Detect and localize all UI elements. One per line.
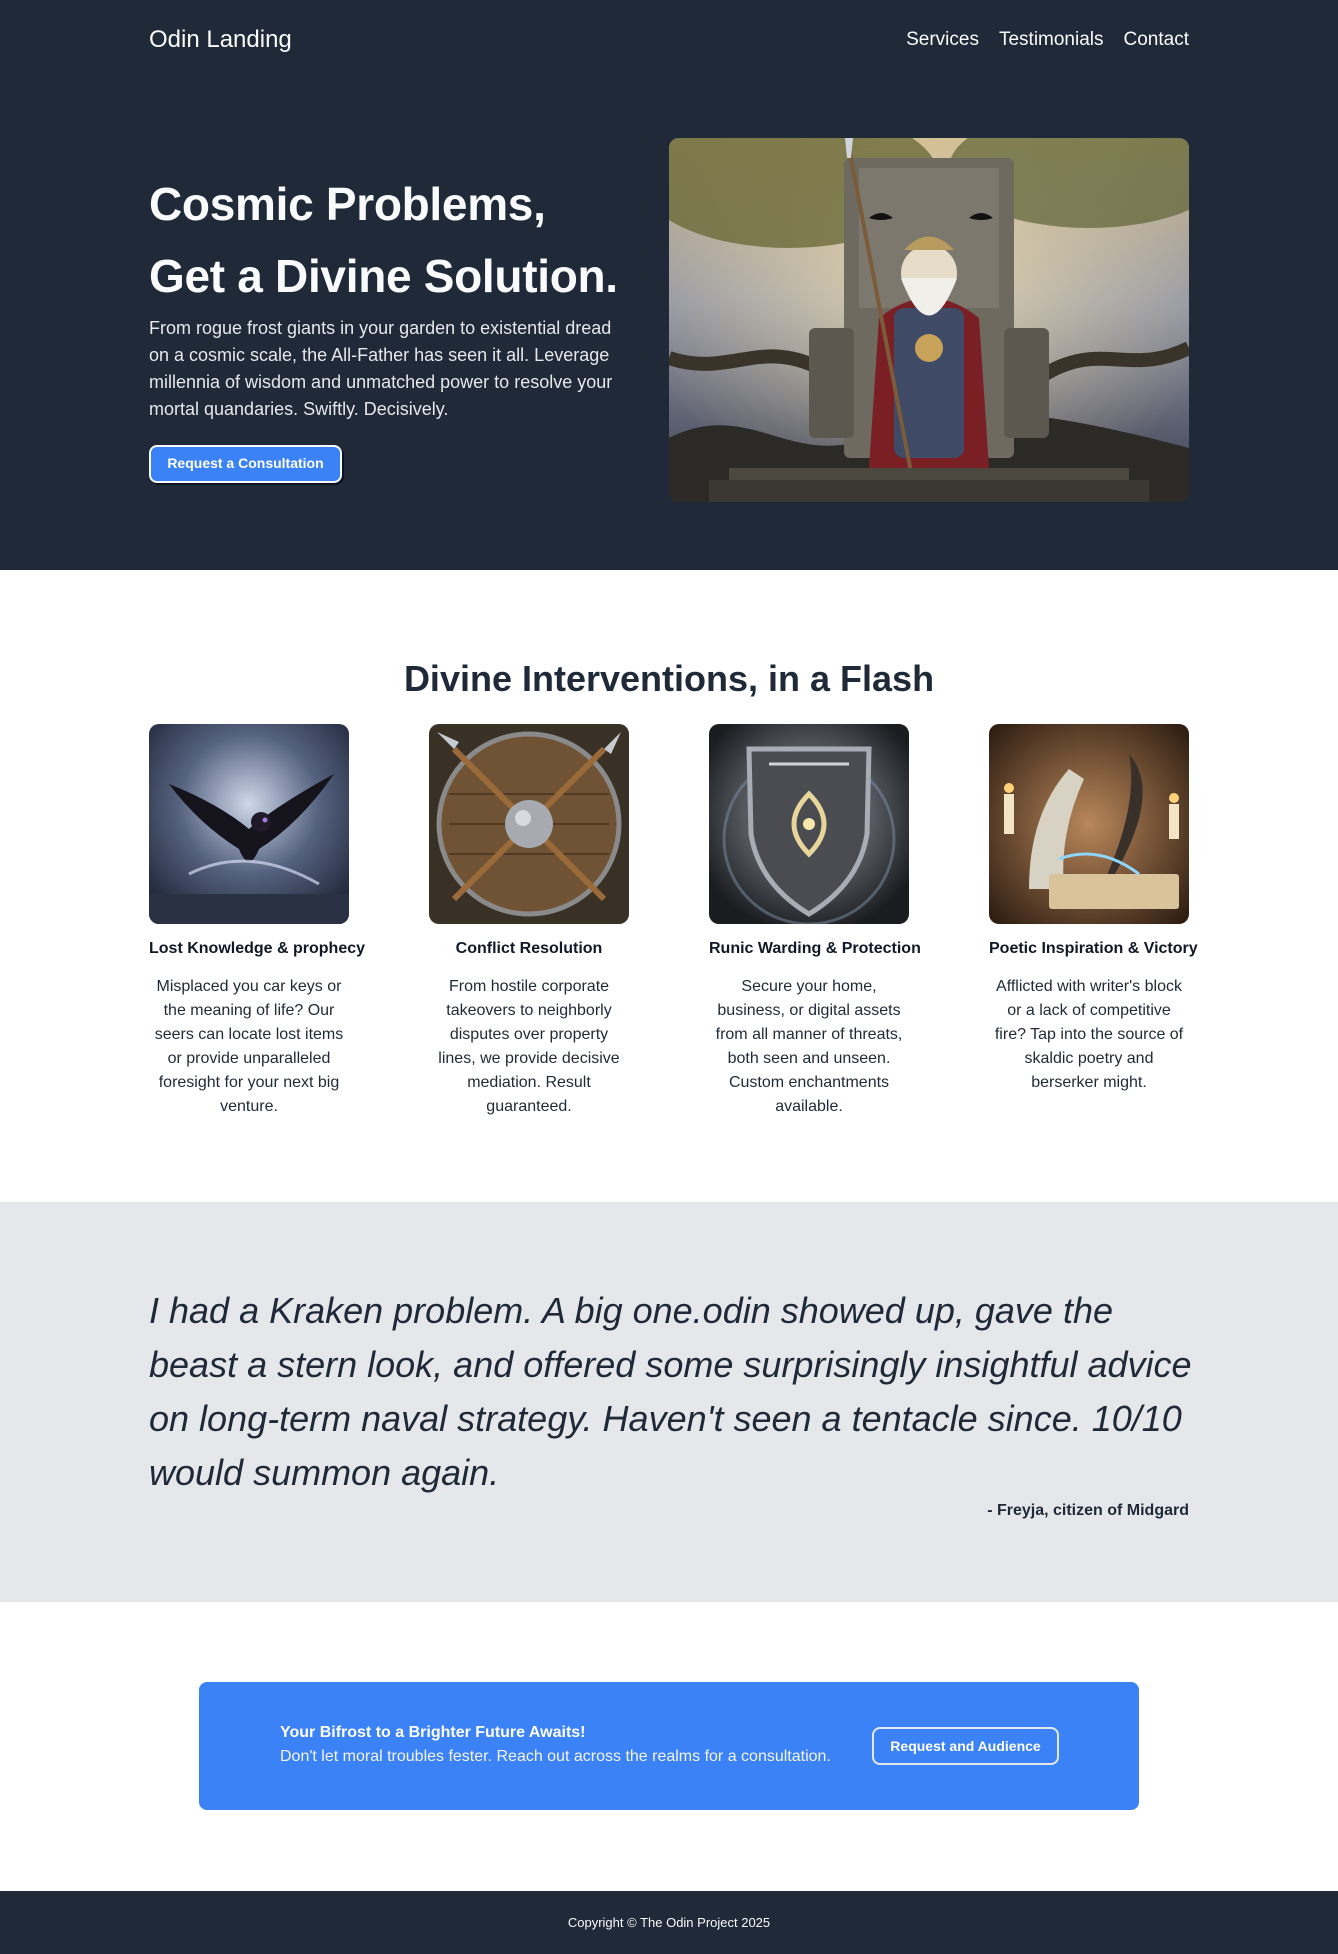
service-card-title: Runic Warding & Protection [709, 940, 921, 957]
service-card-description: Misplaced you car keys or the meaning of… [154, 978, 344, 1115]
raven-image [149, 724, 349, 924]
service-card: Conflict Resolution From hostile corpora… [429, 724, 629, 1119]
testimonial-quote: I had a Kraken problem. A big one.odin s… [149, 1290, 1192, 1493]
service-card-description: Afflicted with writer's block or a lack … [994, 978, 1184, 1091]
service-card-title: Conflict Resolution [455, 940, 603, 957]
odin-throne-image [669, 138, 1189, 502]
cta-box: Your Bifrost to a Brighter Future Awaits… [199, 1682, 1139, 1810]
nav-link-testimonials[interactable]: Testimonials [999, 29, 1104, 51]
hero-title-line-2: Get a Divine Solution. [149, 250, 618, 302]
service-card-description: From hostile corporate takeovers to neig… [438, 978, 620, 1115]
hero-description: From rogue frost giants in your garden t… [149, 318, 613, 419]
footer: Copyright © The Odin Project 2025 [0, 1891, 1338, 1954]
hero-title-line-1: Cosmic Problems, [149, 178, 546, 230]
site-logo[interactable]: Odin Landing [149, 26, 292, 54]
service-card: Lost Knowledge & prophecy Misplaced you … [149, 724, 366, 1119]
service-card-description: Secure your home, business, or digital a… [715, 978, 903, 1115]
service-card: Poetic Inspiration & Victory Afflicted w… [989, 724, 1198, 1119]
shield-spears-image [429, 724, 629, 924]
request-consultation-button[interactable]: Request a Consultation [149, 445, 342, 483]
testimonial-section: I had a Kraken problem. A big one.odin s… [0, 1202, 1338, 1602]
service-card: Runic Warding & Protection Secure your h… [709, 724, 921, 1119]
top-navbar: Odin Landing Services Testimonials Conta… [149, 22, 1189, 58]
cta-title: Your Bifrost to a Brighter Future Awaits… [280, 1724, 586, 1741]
testimonial-author: - Freyja, citizen of Midgard [987, 1502, 1189, 1519]
services-section: Divine Interventions, in a Flash Lost Kn… [0, 570, 1338, 1202]
nav-link-services[interactable]: Services [906, 29, 979, 51]
service-card-title: Lost Knowledge & prophecy [149, 940, 366, 957]
service-card-title: Poetic Inspiration & Victory [989, 940, 1198, 957]
nav-link-contact[interactable]: Contact [1124, 29, 1189, 51]
hero-title: Cosmic Problems, Get a Divine Solution. [149, 168, 629, 312]
cta-section: Your Bifrost to a Brighter Future Awaits… [0, 1602, 1338, 1891]
runic-shield-image [709, 724, 909, 924]
footer-copyright: Copyright © The Odin Project 2025 [567, 1915, 771, 1930]
hero-section: Odin Landing Services Testimonials Conta… [0, 0, 1338, 570]
horn-quill-image [989, 724, 1189, 924]
services-cards: Lost Knowledge & prophecy Misplaced you … [149, 724, 1198, 1119]
nav-links: Services Testimonials Contact [906, 29, 1189, 51]
hero-text: Cosmic Problems, Get a Divine Solution. … [149, 168, 629, 483]
services-title: Divine Interventions, in a Flash [403, 658, 935, 699]
request-audience-button[interactable]: Request and Audience [872, 1727, 1059, 1765]
cta-text: Don't let moral troubles fester. Reach o… [280, 1748, 831, 1765]
